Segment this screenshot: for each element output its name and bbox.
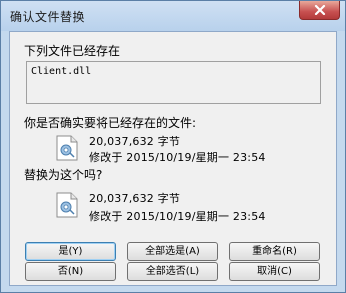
rename-button[interactable]: 重命名(R): [229, 242, 320, 261]
window-title: 确认文件替换: [10, 10, 86, 24]
replace-question-label: 替换为这个吗?: [24, 168, 103, 182]
close-icon: [314, 5, 326, 15]
new-modified: 修改于 2015/10/19/星期一 23:54: [89, 210, 266, 223]
heading-label: 下列文件已经存在: [24, 44, 121, 58]
no-to-all-button[interactable]: 全部选否(L): [127, 262, 218, 281]
existing-modified: 修改于 2015/10/19/星期一 23:54: [89, 151, 266, 164]
existing-file-icon: [56, 135, 78, 161]
existing-size: 20,037,632 字节: [89, 135, 181, 148]
no-button[interactable]: 否(N): [25, 262, 116, 281]
dialog-body: 下列文件已经存在 Client.dll 你是否确实要将已经存在的文件: 20,0…: [9, 31, 337, 286]
new-size: 20,037,632 字节: [89, 192, 181, 205]
title-bar[interactable]: 确认文件替换: [1, 1, 345, 31]
new-file-icon: [56, 192, 78, 218]
close-button[interactable]: [299, 1, 340, 20]
yes-button[interactable]: 是(Y): [25, 242, 116, 261]
filename-box[interactable]: Client.dll: [26, 61, 321, 104]
cancel-button[interactable]: 取消(C): [229, 262, 320, 281]
yes-to-all-button[interactable]: 全部选是(A): [127, 242, 218, 261]
confirm-file-replace-dialog: 确认文件替换 下列文件已经存在 Client.dll 你是否确实要将已经存在的文…: [0, 0, 346, 293]
existing-question-label: 你是否确实要将已经存在的文件:: [24, 116, 197, 130]
filename-text: Client.dll: [31, 66, 92, 77]
